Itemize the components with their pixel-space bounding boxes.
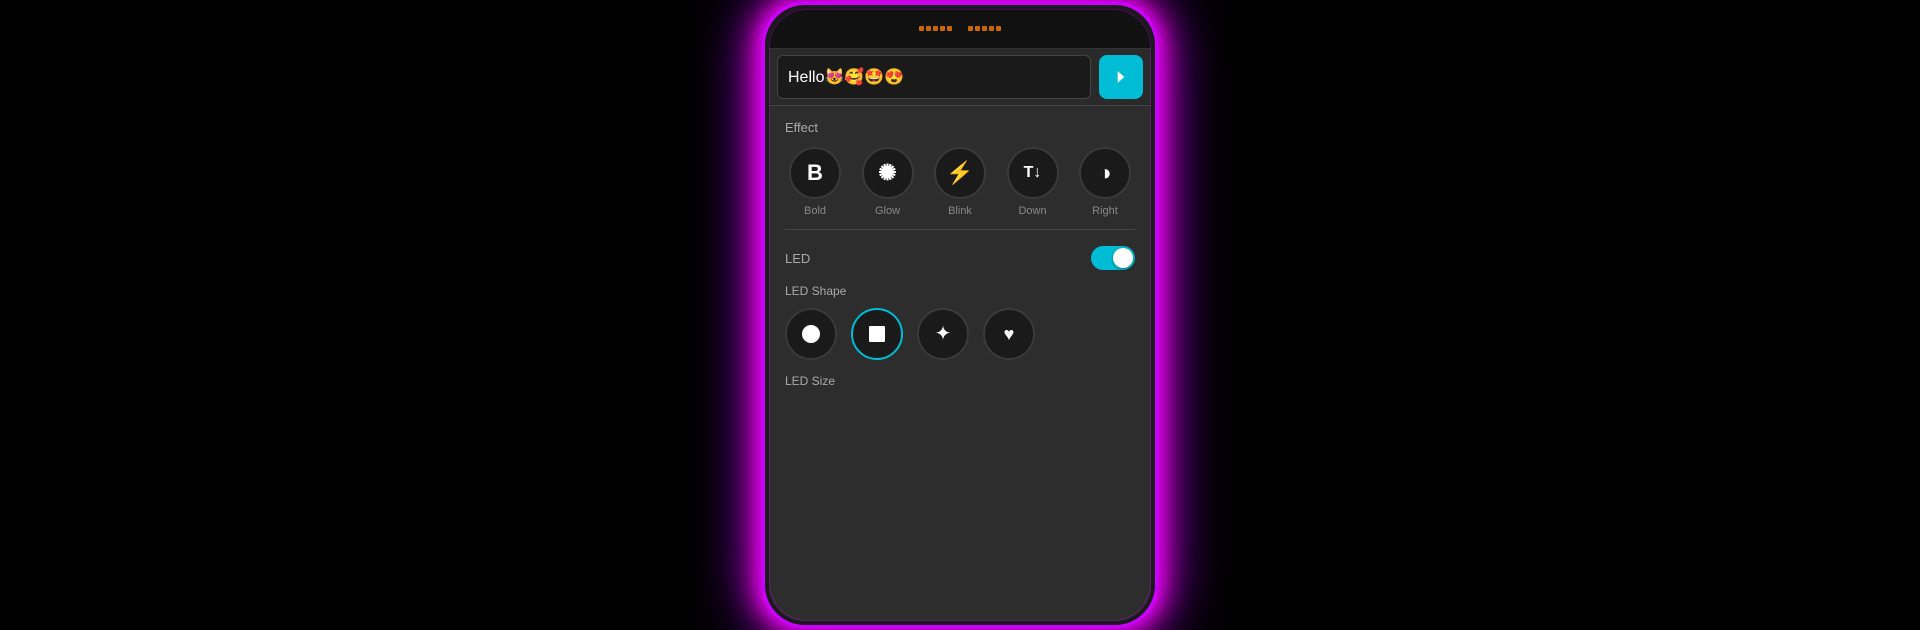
- led-size-label: LED Size: [785, 374, 1135, 388]
- dot: [975, 26, 980, 31]
- text-input-field[interactable]: Hello😻🥰🤩😍: [777, 55, 1091, 99]
- dot: [996, 26, 1001, 31]
- phone-frame: Hello😻🥰🤩😍 Effect B Bold: [765, 5, 1155, 625]
- down-label: Down: [1018, 205, 1046, 217]
- divider: [785, 229, 1135, 230]
- effect-bold[interactable]: B Bold: [789, 147, 841, 217]
- effects-row: B Bold ✺ Glow ⚡ Blink: [785, 147, 1135, 217]
- content-area: Effect B Bold ✺ Glow: [769, 106, 1151, 621]
- led-toggle[interactable]: [1091, 246, 1135, 270]
- scene: Hello😻🥰🤩😍 Effect B Bold: [0, 0, 1920, 630]
- glow-icon: ✺: [862, 147, 914, 199]
- dot: [982, 26, 987, 31]
- shape-heart[interactable]: ♥: [983, 308, 1035, 360]
- shape-circle[interactable]: [785, 308, 837, 360]
- effect-right[interactable]: ◑ Right: [1079, 147, 1131, 217]
- shape-star[interactable]: ✦: [917, 308, 969, 360]
- bold-icon: B: [789, 147, 841, 199]
- led-section: LED LED Shape ✦: [769, 232, 1151, 398]
- down-icon: T↓: [1007, 147, 1059, 199]
- glow-label: Glow: [875, 205, 900, 217]
- toggle-knob: [1113, 248, 1133, 268]
- led-header: LED: [785, 246, 1135, 270]
- heart-shape-icon: ♥: [1004, 325, 1015, 343]
- right-icon: ◑: [1079, 147, 1131, 199]
- dot-group-right: [968, 26, 1001, 31]
- input-text: Hello😻🥰🤩😍: [788, 67, 904, 87]
- effect-label: Effect: [785, 120, 1135, 135]
- blink-icon: ⚡: [934, 147, 986, 199]
- dot-group-left: [919, 26, 952, 31]
- led-shape-label: LED Shape: [785, 284, 1135, 298]
- right-label: Right: [1092, 205, 1118, 217]
- shapes-row: ✦ ♥: [785, 308, 1135, 360]
- shape-square[interactable]: [851, 308, 903, 360]
- star-shape-icon: ✦: [935, 324, 952, 344]
- dot: [989, 26, 994, 31]
- next-button[interactable]: [1099, 55, 1143, 99]
- dot: [940, 26, 945, 31]
- circle-shape-icon: [802, 325, 820, 343]
- chevron-right-icon: [1111, 67, 1131, 87]
- dot: [933, 26, 938, 31]
- square-shape-icon: [869, 326, 885, 342]
- dot: [926, 26, 931, 31]
- effect-section: Effect B Bold ✺ Glow: [769, 106, 1151, 227]
- dot: [947, 26, 952, 31]
- effect-blink[interactable]: ⚡ Blink: [934, 147, 986, 217]
- led-label: LED: [785, 251, 810, 266]
- blink-label: Blink: [948, 205, 972, 217]
- input-row: Hello😻🥰🤩😍: [769, 49, 1151, 106]
- bold-label: Bold: [804, 205, 826, 217]
- preview-area: [769, 9, 1151, 49]
- effect-down[interactable]: T↓ Down: [1007, 147, 1059, 217]
- effect-glow[interactable]: ✺ Glow: [862, 147, 914, 217]
- dot: [968, 26, 973, 31]
- dot: [919, 26, 924, 31]
